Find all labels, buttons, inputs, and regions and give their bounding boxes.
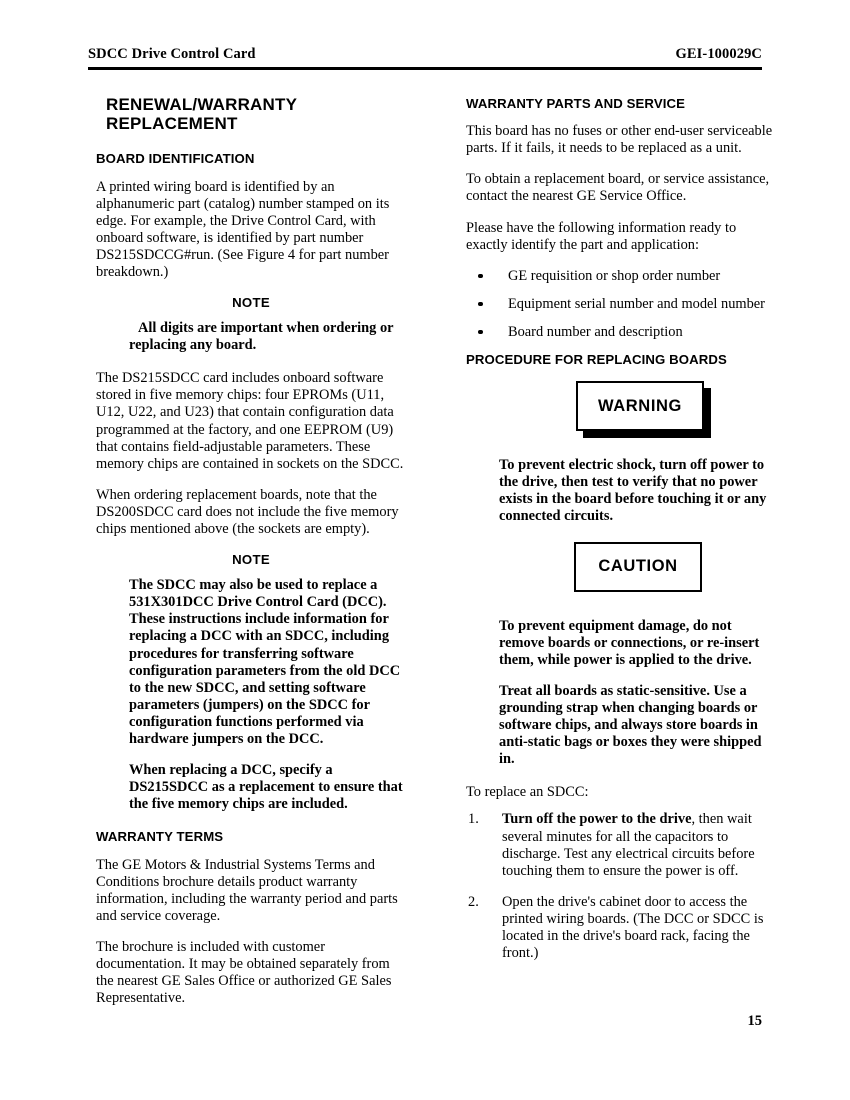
header-title-left: SDCC Drive Control Card — [88, 46, 256, 62]
page-title: RENEWAL/WARRANTY REPLACEMENT — [106, 95, 297, 133]
header-doc-number: GEI-100029C — [675, 46, 762, 62]
note-label-1: NOTE — [232, 295, 270, 311]
warning-box-label: WARNING — [576, 381, 704, 432]
paragraph-warranty-parts-1: This board has no fuses or other end-use… — [466, 123, 773, 157]
page-number: 15 — [747, 1013, 763, 1029]
list-item: Equipment serial number and model number — [466, 296, 776, 313]
step-bold-lead: Turn off the power to the drive — [502, 811, 692, 828]
note-body-1: All digits are important when ordering o… — [129, 320, 394, 354]
page-header: SDCC Drive Control Card GEI-100029C — [88, 46, 762, 63]
section-heading-warranty-terms: WARRANTY TERMS — [96, 829, 224, 845]
warning-text: To prevent electric shock, turn off powe… — [499, 457, 767, 525]
procedure-intro: To replace an SDCC: — [466, 784, 589, 801]
caution-text-2: Treat all boards as static-sensitive. Us… — [499, 682, 762, 768]
paragraph-board-id-3: When ordering replacement boards, note t… — [96, 486, 399, 538]
paragraph-warranty-parts-3: Please have the following information re… — [466, 219, 737, 253]
section-heading-board-identification: BOARD IDENTIFICATION — [96, 151, 255, 167]
list-item: 1. Turn off the power to the drive, then… — [466, 811, 776, 879]
bullet-dot-icon — [478, 301, 483, 307]
list-item-label: Board number and description — [508, 323, 683, 340]
left-column: RENEWAL/WARRANTY REPLACEMENT BOARD IDENT… — [96, 95, 406, 1021]
caution-box: CAUTION — [466, 541, 776, 602]
list-item-label: GE requisition or shop order number — [508, 267, 721, 284]
warning-box: WARNING — [466, 381, 776, 441]
list-item: 2. Open the drive's cabinet door to acce… — [466, 894, 776, 962]
document-page: SDCC Drive Control Card GEI-100029C RENE… — [0, 0, 850, 1100]
bullet-dot-icon — [478, 329, 483, 335]
note-body-2b: When replacing a DCC, specify a DS215SDC… — [129, 762, 403, 813]
section-heading-warranty-parts-and-service: WARRANTY PARTS AND SERVICE — [466, 96, 685, 111]
step-number: 1. — [468, 811, 479, 828]
list-item-label: Equipment serial number and model number — [508, 295, 765, 312]
bullet-dot-icon — [478, 273, 483, 279]
right-column: WARRANTY PARTS AND SERVICE This board ha… — [466, 96, 776, 976]
paragraph-warranty-parts-2: To obtain a replacement board, or servic… — [466, 171, 770, 205]
paragraph-board-id-1: A printed wiring board is identified by … — [96, 178, 390, 281]
note-body-2a: The SDCC may also be used to replace a 5… — [129, 577, 401, 747]
note-label-2: NOTE — [232, 552, 270, 568]
caution-text-1: To prevent equipment damage, do not remo… — [499, 617, 760, 668]
section-heading-procedure-for-replacing-boards: PROCEDURE FOR REPLACING BOARDS — [466, 352, 727, 368]
list-item: GE requisition or shop order number — [466, 268, 776, 285]
paragraph-warranty-terms-2: The brochure is included with customer d… — [96, 938, 392, 1007]
list-item: Board number and description — [466, 324, 776, 341]
step-text: Open the drive's cabinet door to access … — [502, 893, 764, 962]
paragraph-warranty-terms-1: The GE Motors & Industrial Systems Terms… — [96, 856, 398, 924]
procedure-step-list: 1. Turn off the power to the drive, then… — [466, 811, 776, 962]
step-number: 2. — [468, 893, 479, 910]
header-rule — [88, 67, 762, 70]
paragraph-board-id-2: The DS215SDCC card includes onboard soft… — [96, 370, 404, 472]
identification-bullet-list: GE requisition or shop order number Equi… — [466, 268, 776, 341]
caution-box-label: CAUTION — [574, 541, 702, 592]
